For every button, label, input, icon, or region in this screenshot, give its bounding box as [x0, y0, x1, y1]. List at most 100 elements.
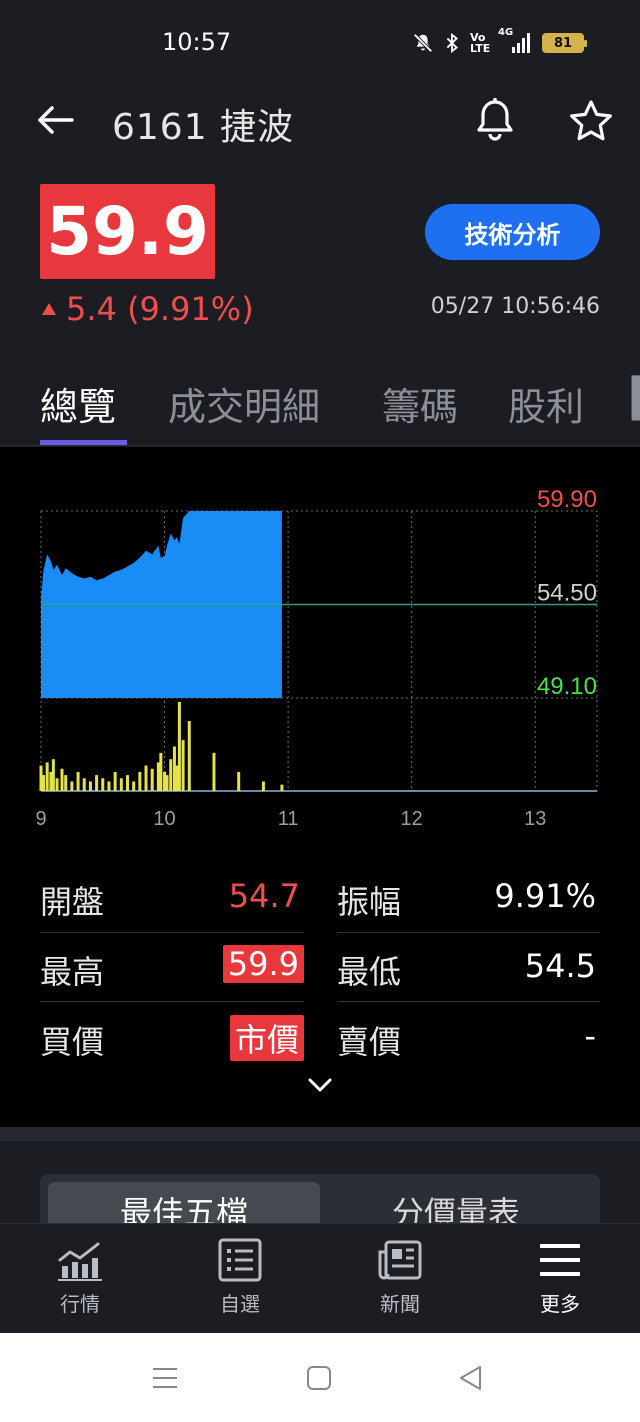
overview-panel: 59.90 54.50 49.10 9 10 11 12 13 開盤 54.7 振幅 9… [0, 447, 640, 1127]
header: 6161 捷波 [0, 84, 640, 156]
low-label: 最低 [337, 953, 402, 991]
ask-label: 賣價 [337, 1023, 402, 1061]
tab-overview[interactable]: 總覽 [40, 376, 116, 431]
volume-bar [261, 781, 265, 791]
nav-item-watchlist[interactable]: 自選 [180, 1238, 300, 1328]
stats-row: 最高 59.9 最低 54.5 [40, 937, 600, 1005]
volte-icon: Vo LTE [470, 31, 491, 55]
volume-bar [76, 771, 80, 791]
bid-label: 買價 [40, 1023, 105, 1061]
quote-timestamp: 05/27 10:56:46 [430, 294, 600, 319]
volume-bar [159, 752, 163, 791]
volume-bar [237, 771, 241, 791]
tab-chips[interactable]: 籌碼 [382, 376, 458, 431]
low-value: 54.5 [524, 947, 596, 985]
technical-analysis-button[interactable]: 技術分析 [425, 204, 600, 260]
volume-bar [119, 778, 123, 791]
volume-bar [150, 768, 154, 791]
up-triangle-icon [42, 303, 56, 315]
stats-row: 開盤 54.7 振幅 9.91% [40, 867, 600, 935]
y-label-high: 59.90 [537, 486, 597, 513]
x-axis-labels: 9 10 11 12 13 [35, 808, 546, 830]
tab-overflow[interactable]: ▌ [632, 376, 640, 420]
bluetooth-icon [444, 32, 460, 54]
x-tick-label: 9 [35, 808, 46, 830]
divider [40, 1001, 304, 1002]
open-label: 開盤 [40, 883, 105, 921]
nav-item-more[interactable]: 更多 [500, 1238, 620, 1328]
home-icon[interactable] [304, 1363, 334, 1393]
current-price: 59.9 [40, 184, 215, 279]
volume-bar [138, 771, 142, 791]
volume-bar [132, 781, 136, 791]
segment-control: 最佳五檔 分價量表 [40, 1174, 600, 1223]
x-tick-label: 10 [153, 808, 175, 830]
volume-bar [70, 781, 74, 791]
x-tick-label: 11 [278, 808, 299, 830]
mute-bell-icon [412, 32, 434, 54]
intraday-chart[interactable]: 59.90 54.50 49.10 9 10 11 12 13 [0, 447, 640, 847]
volume-bar [177, 702, 181, 791]
volume-bar [64, 775, 68, 791]
segment-price-volume[interactable]: 分價量表 [320, 1182, 592, 1223]
volume-bar [88, 781, 92, 791]
open-value: 54.7 [228, 877, 300, 915]
back-arrow-icon[interactable] [34, 100, 78, 140]
amplitude-label: 振幅 [337, 883, 402, 921]
high-value: 59.9 [222, 945, 304, 983]
back-triangle-icon[interactable] [456, 1363, 486, 1393]
recent-apps-icon[interactable] [150, 1363, 180, 1393]
status-bar: 10:57 Vo LTE 4G 81 [0, 0, 640, 80]
volume-bar [82, 778, 86, 791]
divider [337, 1001, 600, 1002]
network-type: 4G [498, 27, 514, 38]
order-book-section: 最佳五檔 分價量表 [0, 1141, 640, 1223]
volume-bars [39, 702, 284, 791]
volume-bar [125, 775, 129, 791]
tab-trade-details[interactable]: 成交明細 [168, 376, 320, 431]
menu-icon [540, 1244, 580, 1276]
volume-bar [45, 762, 49, 791]
volume-bar [169, 759, 173, 791]
y-label-ref: 54.50 [537, 580, 597, 607]
volume-bar [41, 775, 45, 791]
x-tick-label: 12 [401, 808, 423, 830]
signal-icon: 4G [498, 27, 532, 55]
page-title: 6161 捷波 [112, 107, 295, 148]
system-navigation-bar [0, 1333, 640, 1422]
section-divider [0, 1127, 640, 1141]
volume-bar [212, 752, 216, 791]
volume-bar [55, 778, 59, 791]
stats-row: 買價 市價 賣價 - [40, 1007, 600, 1075]
battery-icon: 81 [542, 33, 587, 53]
high-label: 最高 [40, 953, 105, 991]
price-change: 5.4 (9.91%) [42, 290, 254, 328]
segment-best-five[interactable]: 最佳五檔 [48, 1182, 320, 1223]
nav-label: 更多 [540, 1292, 580, 1316]
volume-bar [165, 775, 169, 791]
nav-item-market[interactable]: 行情 [20, 1238, 140, 1328]
divider [337, 932, 600, 933]
volume-bar [181, 740, 185, 791]
list-icon [218, 1238, 262, 1282]
tab-bar: 總覽 成交明細 籌碼 股利 ▌ [0, 360, 640, 446]
x-tick-label: 13 [524, 808, 546, 830]
volume-bar [51, 759, 55, 791]
bell-icon[interactable] [470, 96, 520, 146]
nav-item-news[interactable]: 新聞 [340, 1238, 460, 1328]
tab-dividend[interactable]: 股利 [508, 376, 584, 431]
chevron-down-icon[interactable] [306, 1075, 334, 1095]
volume-bar [280, 784, 284, 791]
ask-value: - [584, 1017, 596, 1055]
tab-active-indicator [40, 440, 127, 445]
volume-bar [60, 768, 64, 791]
star-icon[interactable] [566, 96, 616, 146]
amplitude-value: 9.91% [494, 877, 596, 915]
volume-bar [144, 765, 148, 791]
divider [40, 932, 304, 933]
status-time: 10:57 [162, 28, 232, 56]
bid-value: 市價 [229, 1015, 304, 1061]
nav-label: 新聞 [380, 1292, 420, 1316]
bottom-nav: 行情 自選 新聞 更多 [0, 1223, 640, 1333]
chart-icon [58, 1242, 102, 1281]
